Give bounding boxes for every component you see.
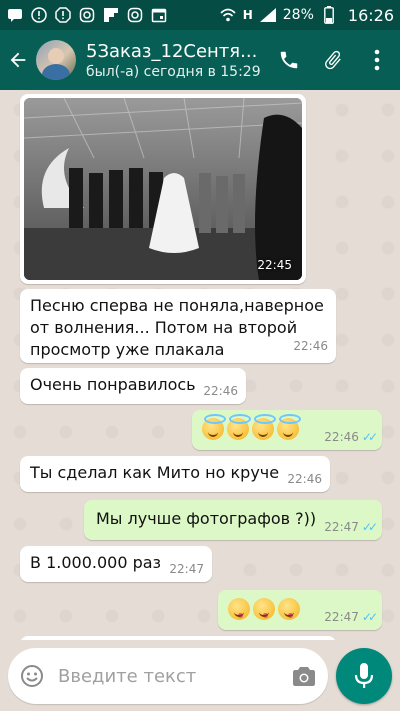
menu-button[interactable] — [364, 47, 390, 73]
alert-icon — [54, 6, 72, 24]
innocent-emoji-icon — [252, 414, 276, 440]
message-bubble[interactable]: 22:46 ✓✓ — [192, 410, 382, 450]
calendar-icon — [150, 6, 168, 24]
message-time: 22:47 — [324, 520, 359, 534]
message-bubble[interactable]: В 1.000.000 раз 22:47 — [20, 546, 212, 582]
battery-percent: 28% — [282, 7, 314, 23]
yum-emoji-icon — [253, 598, 275, 620]
read-ticks-icon: ✓✓ — [361, 520, 378, 534]
message-text: Очень понравилось — [30, 375, 196, 394]
message-bubble[interactable]: Мы лучше фотографов ?)) 22:47 ✓✓ — [84, 500, 382, 540]
message-time: 22:47 — [169, 562, 204, 576]
message-bubble[interactable]: 22:47 ✓✓ — [218, 590, 382, 630]
wedding-photo[interactable]: 22:45 — [24, 98, 302, 280]
innocent-emoji-icon — [277, 414, 301, 440]
message-input[interactable] — [56, 664, 292, 688]
read-ticks-icon: ✓✓ — [361, 430, 378, 444]
contact-info[interactable]: 5Заказ_12Сентя... был(-а) сегодня в 15:2… — [86, 41, 276, 80]
message-time: 22:46 — [324, 430, 359, 444]
paperclip-icon — [325, 50, 341, 70]
back-button[interactable] — [0, 30, 36, 90]
emoji-content — [228, 598, 303, 620]
attach-button[interactable] — [320, 47, 346, 73]
photo-message[interactable]: 22:45 — [20, 94, 306, 284]
avatar[interactable] — [36, 40, 76, 80]
message-time: 22:46 — [203, 384, 238, 398]
signal-icon — [259, 6, 277, 24]
network-type: H — [242, 8, 253, 22]
message-text: Мы лучше фотографов ?)) — [96, 509, 317, 528]
emoji-content — [202, 414, 302, 440]
message-text: Песню сперва не поняла,наверное от волне… — [30, 296, 324, 359]
more-vert-icon — [374, 49, 380, 71]
phone-icon — [280, 51, 298, 69]
message-icon — [6, 6, 24, 24]
message-time: 22:46 — [293, 339, 328, 353]
message-bubble[interactable]: Ты сделал как Мито но круче 22:46 — [20, 456, 330, 492]
message-text: В 1.000.000 раз — [30, 553, 162, 572]
instagram-icon — [78, 6, 96, 24]
camera-button[interactable] — [292, 665, 316, 687]
status-bar: H 28% 16:26 — [0, 0, 400, 30]
mic-button[interactable] — [336, 648, 392, 704]
message-time: 22:45 — [257, 258, 292, 272]
yum-emoji-icon — [278, 598, 300, 620]
camera-icon — [293, 667, 315, 686]
message-text: Ты сделал как Мито но круче — [30, 463, 280, 482]
battery-icon — [320, 6, 338, 24]
input-bar — [0, 640, 400, 711]
message-bubble[interactable]: Очень понравилось 22:46 — [20, 368, 246, 404]
emoji-button[interactable] — [20, 664, 44, 688]
innocent-emoji-icon — [227, 414, 251, 440]
instagram-icon — [126, 6, 144, 24]
mic-icon — [354, 663, 374, 688]
wifi-icon — [219, 6, 237, 24]
warning-icon — [30, 6, 48, 24]
chat-header: 5Заказ_12Сентя... был(-а) сегодня в 15:2… — [0, 30, 400, 90]
yum-emoji-icon — [228, 598, 250, 620]
flipboard-icon — [102, 6, 120, 24]
status-time: 16:26 — [347, 5, 394, 25]
message-input-container — [8, 648, 328, 704]
message-time: 22:46 — [287, 472, 322, 486]
chat-area[interactable]: 22:45 Песню сперва не поняла,наверное от… — [0, 90, 400, 640]
message-time: 22:47 — [324, 610, 359, 624]
innocent-emoji-icon — [202, 414, 226, 440]
read-ticks-icon: ✓✓ — [361, 610, 378, 624]
last-seen: был(-а) сегодня в 15:29 — [86, 63, 261, 80]
message-bubble[interactable]: Песню сперва не поняла,наверное от волне… — [20, 289, 336, 363]
back-arrow-icon — [10, 52, 26, 68]
contact-name: 5Заказ_12Сентя... — [86, 40, 258, 62]
call-button[interactable] — [276, 47, 302, 73]
emoji-smiley-icon — [21, 665, 43, 687]
